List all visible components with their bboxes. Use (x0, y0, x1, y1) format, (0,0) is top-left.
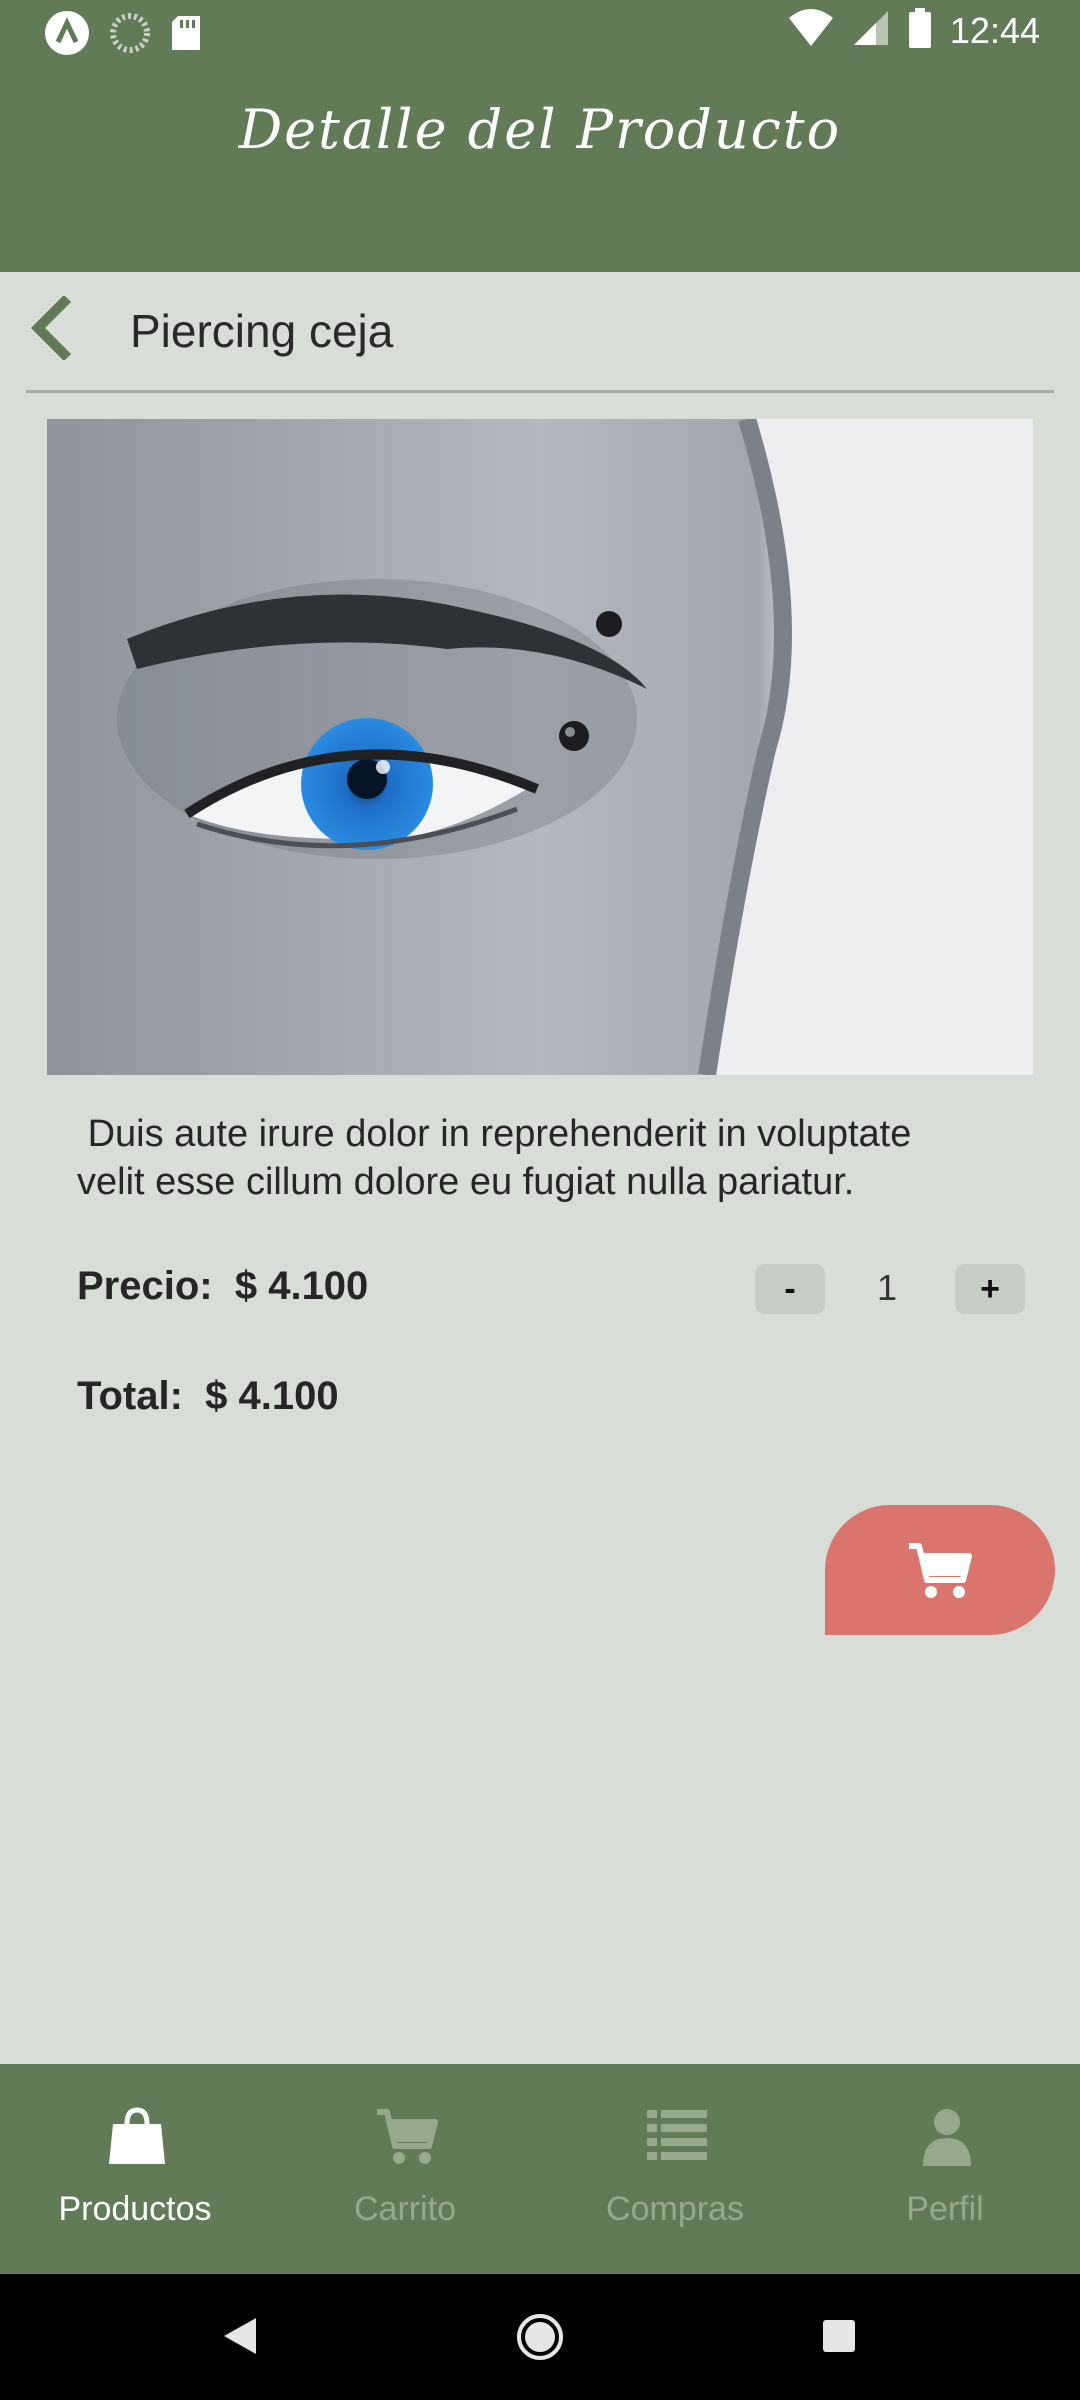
decrease-quantity-button[interactable]: - (755, 1264, 825, 1314)
product-name: Piercing ceja (130, 305, 394, 357)
back-triangle-icon (224, 2318, 256, 2354)
total-label: Total: (77, 1374, 183, 1418)
nav-item-compras[interactable]: Compras (540, 2064, 810, 2274)
nav-item-carrito[interactable]: Carrito (270, 2064, 540, 2274)
wifi-icon (788, 8, 834, 53)
nav-label-perfil: Perfil (906, 2190, 984, 2228)
nav-label-compras: Compras (606, 2190, 744, 2228)
app-notification-icon (44, 10, 90, 61)
back-button[interactable] (24, 294, 84, 362)
page-title: Detalle del Producto (238, 98, 842, 161)
total-value: $ 4.100 (205, 1374, 339, 1418)
add-to-cart-button[interactable] (825, 1505, 1055, 1635)
recents-square-icon (823, 2320, 855, 2352)
total-row: Total: $ 4.100 (77, 1374, 339, 1419)
product-image (47, 419, 1033, 1075)
person-icon (923, 2109, 971, 2166)
signal-icon (852, 9, 890, 52)
price-value: $ 4.100 (234, 1264, 369, 1308)
divider (26, 390, 1054, 393)
system-back-button[interactable] (222, 2316, 258, 2361)
status-right-icons: 12:44 (788, 8, 1040, 53)
nav-item-productos[interactable]: Productos (0, 2064, 270, 2274)
status-time: 12:44 (949, 9, 1040, 51)
cart-icon (377, 2109, 438, 2164)
battery-icon (908, 8, 932, 53)
nav-label-productos: Productos (58, 2190, 212, 2228)
app-bar (0, 64, 1080, 272)
nav-label-carrito: Carrito (353, 2190, 457, 2228)
quantity-value: 1 (876, 1267, 898, 1308)
chevron-left-icon (30, 294, 72, 362)
loading-icon (110, 13, 150, 58)
sd-card-icon (170, 14, 202, 57)
shopping-bag-icon (109, 2107, 165, 2164)
increase-quantity-button[interactable]: + (955, 1264, 1025, 1314)
price-label: Precio: (77, 1264, 213, 1308)
system-home-button[interactable] (516, 2313, 564, 2366)
product-description: Duis aute irure dolor in reprehenderit i… (77, 1113, 912, 1203)
list-icon (647, 2110, 707, 2160)
nav-item-perfil[interactable]: Perfil (810, 2064, 1080, 2274)
system-recents-button[interactable] (822, 2319, 856, 2358)
price-row: Precio: $ 4.100 (77, 1264, 368, 1309)
home-circle-icon (517, 2314, 563, 2360)
status-left-icons (44, 10, 202, 61)
cart-icon (909, 1543, 972, 1598)
